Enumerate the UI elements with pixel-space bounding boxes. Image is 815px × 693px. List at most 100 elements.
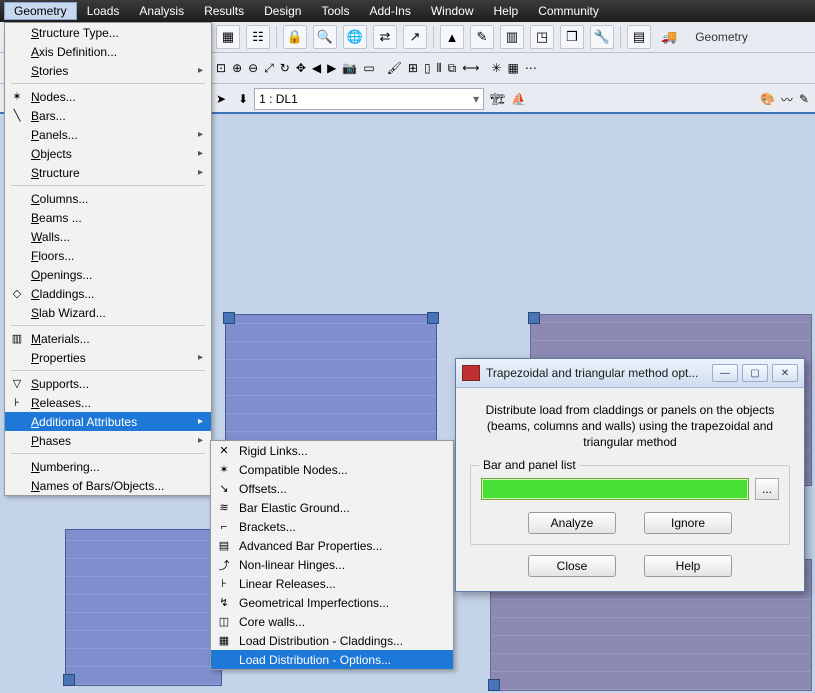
dialog-titlebar[interactable]: Trapezoidal and triangular method opt...… (456, 359, 804, 388)
slab-left-top[interactable] (225, 314, 437, 451)
close-button[interactable]: Close (528, 555, 616, 577)
menu-item[interactable]: Names of Bars/Objects... (5, 476, 211, 495)
menu-item[interactable]: Structure Type... (5, 23, 211, 42)
menu-item[interactable]: Numbering... (5, 457, 211, 476)
tool-icon[interactable]: ✎ (799, 92, 809, 106)
next-view-icon[interactable]: ▶ (327, 61, 336, 75)
globe-icon[interactable]: 🌐 (343, 25, 367, 49)
menu-item[interactable]: Structure▸ (5, 163, 211, 182)
wall-icon[interactable]: ▥ (500, 25, 524, 49)
load-icon[interactable]: ⬇ (238, 92, 248, 106)
submenu-item[interactable]: ✶Compatible Nodes... (211, 460, 453, 479)
submenu-item[interactable]: ▦Load Distribution - Claddings... (211, 631, 453, 650)
submenu-item[interactable]: ✕Rigid Links... (211, 441, 453, 460)
foundation-icon[interactable]: 🏗 (490, 92, 505, 106)
menu-design[interactable]: Design (254, 2, 311, 20)
menu-item[interactable]: Columns... (5, 189, 211, 208)
box-icon[interactable]: ▭ (363, 61, 374, 75)
axis3d-icon[interactable]: ✳ (491, 61, 501, 75)
submenu-item[interactable]: Load Distribution - Options... (211, 650, 453, 669)
menu-item[interactable]: ▽Supports... (5, 374, 211, 393)
ship-icon[interactable]: ⛵ (511, 92, 526, 106)
menu-item[interactable]: ╲Bars... (5, 106, 211, 125)
help-button[interactable]: Help (644, 555, 732, 577)
menu-window[interactable]: Window (421, 2, 484, 20)
menu-item[interactable]: Panels...▸ (5, 125, 211, 144)
truck-icon[interactable]: 🚚 (657, 26, 681, 48)
minimize-button[interactable]: — (712, 364, 738, 382)
menu-item[interactable]: Walls... (5, 227, 211, 246)
submenu-item[interactable]: ▤Advanced Bar Properties... (211, 536, 453, 555)
menu-item[interactable]: Stories▸ (5, 61, 211, 80)
cube-icon[interactable]: ◳ (530, 25, 554, 49)
snap-icon[interactable]: ⊞ (408, 61, 418, 75)
menu-item[interactable]: Slab Wizard... (5, 303, 211, 322)
menu-results[interactable]: Results (194, 2, 254, 20)
menu-analysis[interactable]: Analysis (129, 2, 194, 20)
zoom-icon[interactable]: 🔍 (313, 25, 337, 49)
bar-panel-input[interactable] (481, 478, 749, 500)
close-window-button[interactable]: ✕ (772, 364, 798, 382)
lock-icon[interactable]: 🔒 (283, 25, 307, 49)
submenu-item[interactable]: ⌐Brackets... (211, 517, 453, 536)
menu-item[interactable]: ⊦Releases... (5, 393, 211, 412)
loadcase-select[interactable]: 1 : DL1 ▾ (254, 88, 484, 110)
submenu-item[interactable]: ⤴Non-linear Hinges... (211, 555, 453, 574)
menu-item[interactable]: Openings... (5, 265, 211, 284)
menu-item[interactable]: ✶Nodes... (5, 87, 211, 106)
slab-left-bot[interactable] (65, 529, 222, 686)
grid-icon[interactable]: ▦ (507, 61, 518, 75)
menu-community[interactable]: Community (528, 2, 609, 20)
more-icon[interactable]: ⋯ (525, 61, 537, 75)
submenu-item[interactable]: ⊦Linear Releases... (211, 574, 453, 593)
handle[interactable] (63, 674, 75, 686)
handle[interactable] (223, 312, 235, 324)
rotate-icon[interactable]: ↻ (280, 61, 290, 75)
menu-help[interactable]: Help (484, 2, 529, 20)
screenshot-icon[interactable]: 📷 (342, 61, 357, 75)
connect-icon[interactable]: ⇄ (373, 25, 397, 49)
calc-icon[interactable]: ▦ (216, 25, 240, 49)
table-icon[interactable]: ☷ (246, 25, 270, 49)
flip-icon[interactable]: ⟷ (462, 61, 479, 75)
ignore-button[interactable]: Ignore (644, 512, 732, 534)
submenu-item[interactable]: ◫Core walls... (211, 612, 453, 631)
submenu-item[interactable]: ↯Geometrical Imperfections... (211, 593, 453, 612)
axis-icon[interactable]: ↗ (403, 25, 427, 49)
menu-item[interactable]: Axis Definition... (5, 42, 211, 61)
submenu-item[interactable]: ≋Bar Elastic Ground... (211, 498, 453, 517)
zoom-out-icon[interactable]: ⊖ (248, 61, 258, 75)
align-icon[interactable]: ⫴ (437, 61, 442, 76)
menu-loads[interactable]: Loads (77, 2, 130, 20)
menu-tools[interactable]: Tools (311, 2, 359, 20)
zoom-in-icon[interactable]: ⊕ (232, 61, 242, 75)
maximize-button[interactable]: ▢ (742, 364, 768, 382)
handle[interactable] (488, 679, 500, 691)
analyze-button[interactable]: Analyze (528, 512, 616, 534)
mirror-icon[interactable]: ⧉ (448, 61, 457, 76)
pointer-icon[interactable]: ➤ (216, 92, 226, 106)
zoom-window-icon[interactable]: ⊡ (216, 61, 226, 75)
menu-item[interactable]: ▥Materials... (5, 329, 211, 348)
menu-item[interactable]: Floors... (5, 246, 211, 265)
layout-icon[interactable]: ▤ (627, 25, 651, 49)
menu-item[interactable]: Properties▸ (5, 348, 211, 367)
cube3d-icon[interactable]: ❒ (560, 25, 584, 49)
menu-item[interactable]: Phases▸ (5, 431, 211, 450)
pan-icon[interactable]: ✥ (296, 61, 306, 75)
submenu-item[interactable]: ↘Offsets... (211, 479, 453, 498)
menu-item[interactable]: ◇Claddings... (5, 284, 211, 303)
palette-icon[interactable]: 🎨 (760, 92, 775, 106)
handle[interactable] (528, 312, 540, 324)
menu-item[interactable]: Additional Attributes▸ (5, 412, 211, 431)
menu-geometry[interactable]: Geometry (4, 2, 77, 20)
prev-view-icon[interactable]: ◀ (312, 61, 321, 75)
zoom-fit-icon[interactable]: ⤢ (264, 61, 274, 76)
menu-addins[interactable]: Add-Ins (359, 2, 420, 20)
edit-icon[interactable]: ✎ (470, 25, 494, 49)
menu-item[interactable]: Objects▸ (5, 144, 211, 163)
section-icon[interactable]: ▯ (424, 61, 431, 75)
brush-icon[interactable]: 🖌 (387, 61, 402, 75)
model-icon[interactable]: ▲ (440, 25, 464, 49)
menu-item[interactable]: Beams ... (5, 208, 211, 227)
